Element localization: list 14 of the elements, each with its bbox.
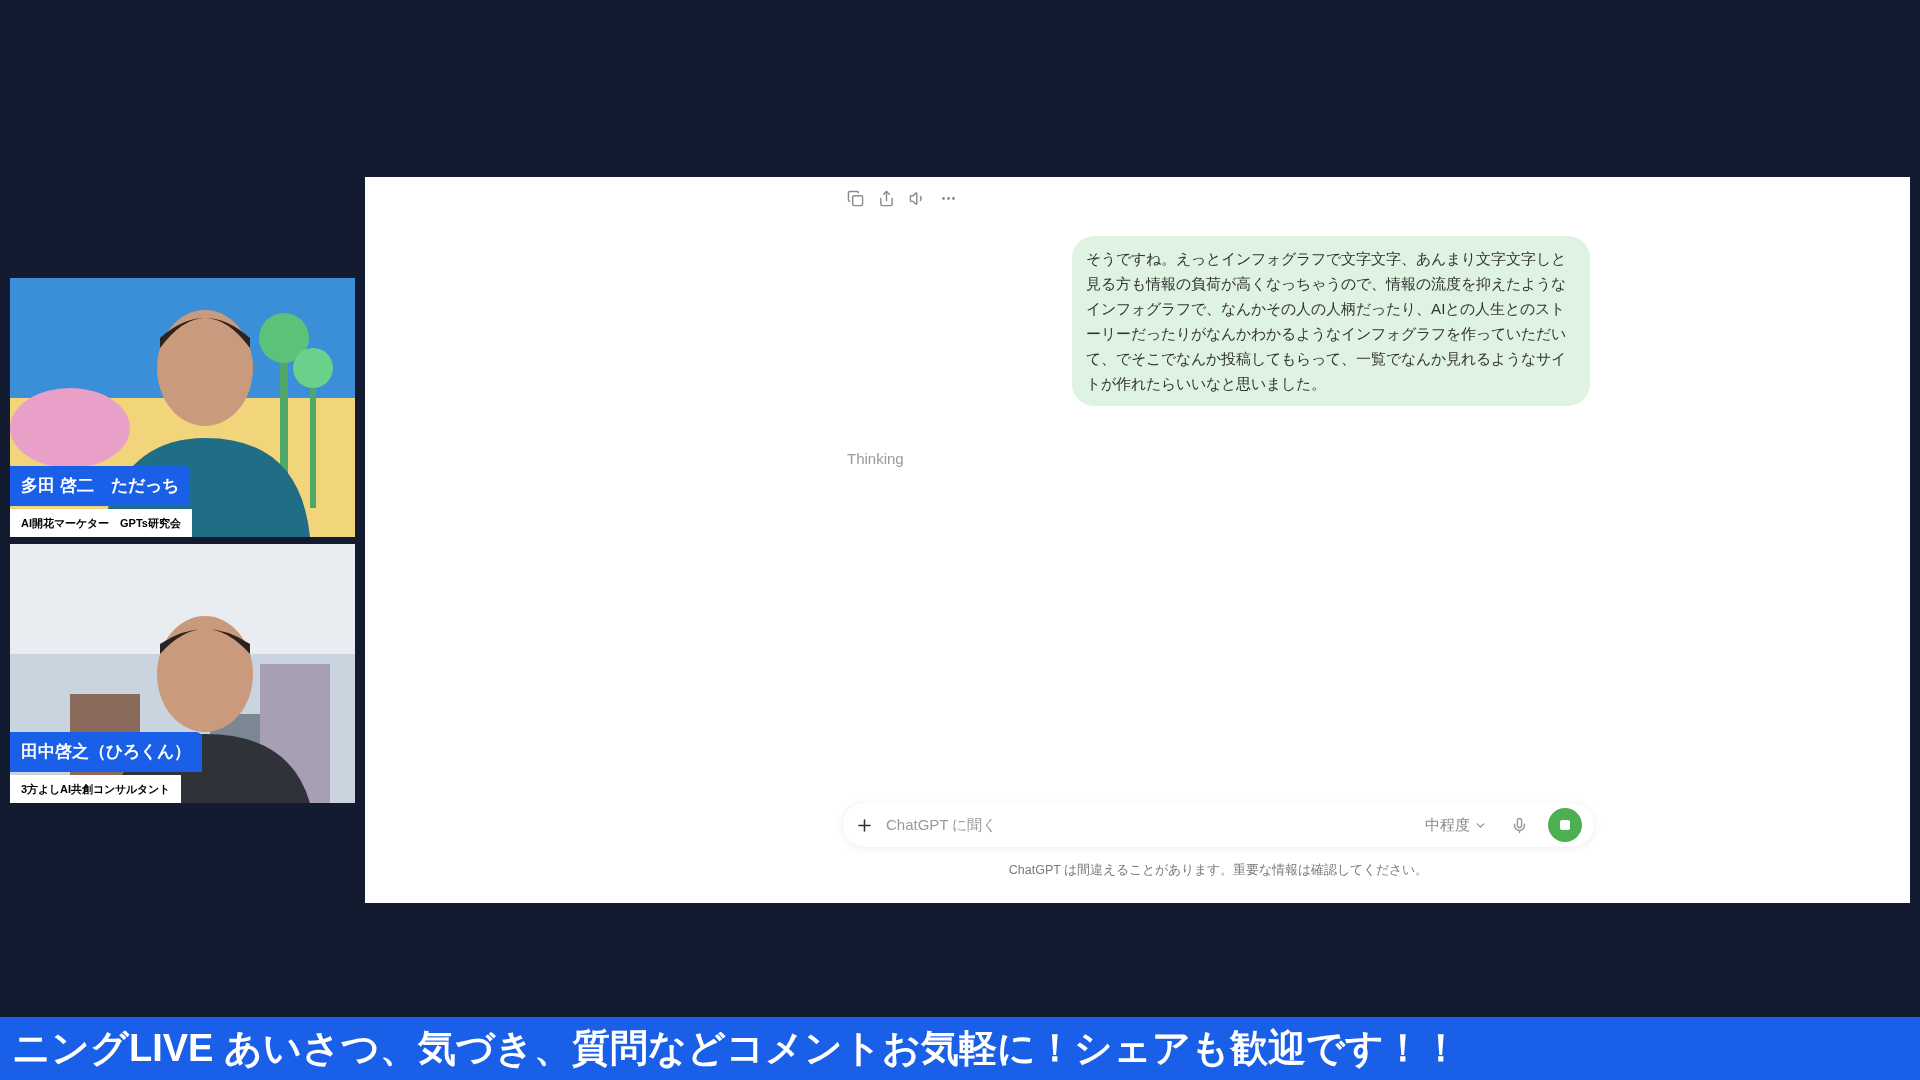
name-tag: 田中啓之（ひろくん）	[10, 732, 202, 772]
copy-icon[interactable]	[847, 190, 864, 207]
message-input[interactable]: ChatGPT に聞く	[886, 814, 1413, 837]
thinking-status: Thinking	[847, 449, 905, 469]
disclaimer: ChatGPT は間違えることがあります。重要な情報は確認してください。	[1008, 862, 1429, 880]
user-message: そうですね。えっとインフォグラフで文字文字、あんまり文字文字しと見る方も情報の負荷が高くなっちゃうので、情報の流度を抑えたようなインフォグラフで、なんかその人の人柄だったり、AIとの人生とのストーリーだったりがなんかわかるようなインフォグラフを作っていただいて、でそこでなんか投稿してもらって、一覧でなんか見れるようなサイトが作れたらいいなと思いました。	[1072, 236, 1590, 406]
role-tag: AI開花マーケター GPTs研究会	[10, 508, 192, 537]
microphone-icon[interactable]	[1511, 816, 1528, 834]
role-tag: 3方よしAI共創コンサルタント	[10, 774, 182, 803]
stop-button[interactable]	[1548, 808, 1582, 843]
name-tag: 多田 啓二 ただっち	[10, 466, 190, 506]
ticker-text: ニングLIVE あいさつ、気づき、質問などコメントお気軽に！シェアも歓迎です！！	[12, 1026, 1461, 1071]
share-icon[interactable]	[878, 190, 895, 207]
model-selector[interactable]: 中程度	[1425, 814, 1487, 837]
